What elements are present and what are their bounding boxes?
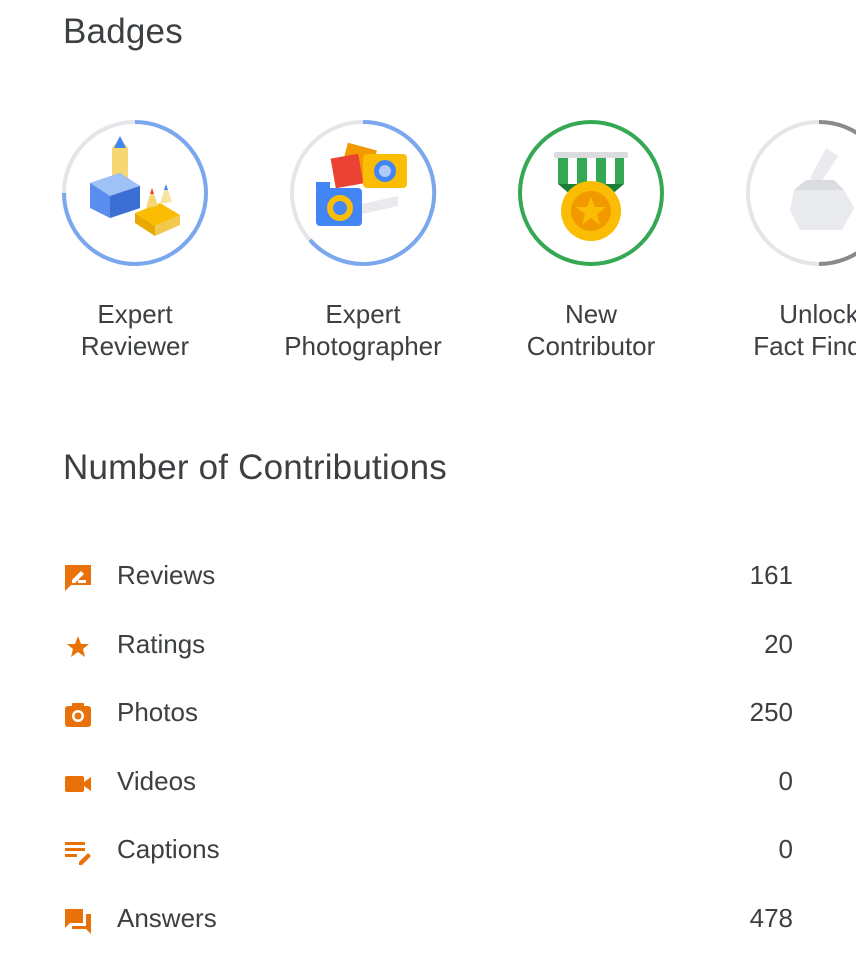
contribution-label: Ratings bbox=[117, 628, 206, 659]
badge-label: New Contributor bbox=[526, 299, 656, 361]
contribution-label: Photos bbox=[117, 697, 198, 727]
contribution-label: Videos bbox=[117, 765, 197, 796]
cameras-icon bbox=[290, 119, 437, 266]
badge-label: Expert Photographer bbox=[284, 299, 442, 361]
contribution-count: 20 bbox=[764, 628, 793, 659]
contribution-row-videos[interactable]: Videos 0 bbox=[0, 750, 856, 819]
contribution-label: Answers bbox=[117, 902, 217, 933]
contribution-count: 250 bbox=[749, 697, 793, 727]
contribution-row-ratings[interactable]: Ratings 20 bbox=[0, 613, 856, 682]
badge-expert-reviewer[interactable]: Expert Reviewer bbox=[25, 118, 245, 368]
badge-new-contributor[interactable]: New Contributor bbox=[481, 118, 701, 368]
medal-icon bbox=[518, 120, 664, 266]
video-icon bbox=[65, 775, 91, 792]
contribution-row-photos[interactable]: Photos 250 bbox=[0, 681, 856, 750]
contribution-count: 0 bbox=[778, 765, 793, 796]
answer-icon bbox=[65, 908, 91, 934]
contribution-row-reviews[interactable]: Reviews 161 bbox=[0, 544, 856, 613]
contribution-count: 478 bbox=[749, 902, 793, 933]
contributions-title: Number of Contributions bbox=[63, 448, 447, 487]
contribution-label: Reviews bbox=[117, 560, 216, 590]
contribution-row-answers[interactable]: Answers 478 bbox=[0, 887, 856, 956]
badge-label: Unlock Fact Finder bbox=[753, 299, 856, 361]
contribution-count: 161 bbox=[749, 560, 793, 590]
locked-badge-icon bbox=[746, 120, 856, 266]
contributions-list: Reviews 161 Ratings 20 Photos 250 Videos… bbox=[0, 544, 856, 955]
caption-icon bbox=[65, 842, 91, 865]
pencils-icon bbox=[62, 120, 208, 266]
badges-title: Badges bbox=[63, 12, 183, 51]
badge-fact-finder-locked[interactable]: Unlock Fact Finder bbox=[709, 118, 856, 368]
camera-icon bbox=[65, 703, 91, 727]
badges-carousel[interactable]: Expert Reviewer Expert Photographer New … bbox=[0, 118, 856, 378]
contribution-row-captions[interactable]: Captions 0 bbox=[0, 818, 856, 887]
badge-expert-photographer[interactable]: Expert Photographer bbox=[253, 118, 473, 368]
star-icon bbox=[67, 635, 89, 657]
badge-label: Expert Reviewer bbox=[80, 299, 190, 361]
contribution-count: 0 bbox=[778, 834, 793, 864]
review-icon bbox=[65, 565, 91, 591]
contribution-label: Captions bbox=[117, 834, 220, 864]
